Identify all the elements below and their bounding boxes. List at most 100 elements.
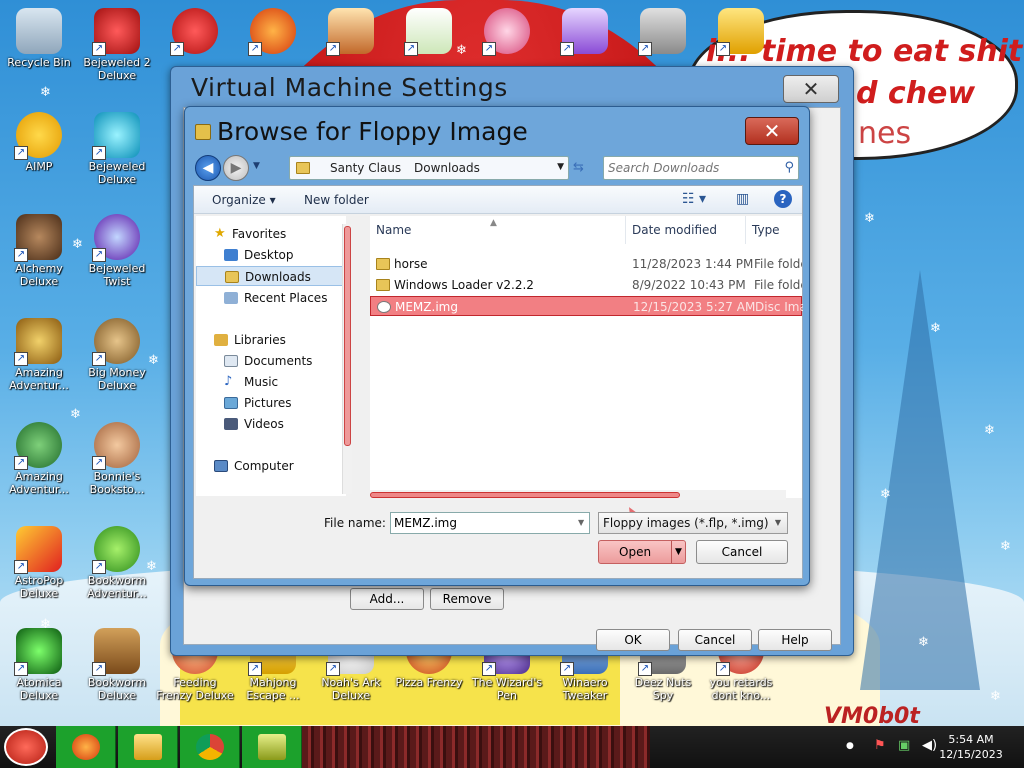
clock[interactable]: 5:54 AM 12/15/2023	[936, 732, 1006, 762]
help-icon[interactable]: ?	[774, 190, 792, 208]
desktop-icon-bonnies-bookstore[interactable]: ↗ Bonnie's Bookstо...	[78, 422, 156, 496]
taskbar-explorer[interactable]	[118, 726, 178, 768]
desktop-icon-tiptop[interactable]: ↗	[546, 8, 624, 56]
file-date-text: 8/9/2022 10:43 PM	[632, 278, 746, 292]
column-header-date-modified[interactable]: Date modified	[626, 216, 746, 244]
compass-icon: ↗	[14, 318, 62, 366]
cancel-button[interactable]: Cancel	[696, 540, 788, 564]
start-button-santa-icon[interactable]	[4, 728, 48, 766]
scrollbar-thumb[interactable]	[370, 492, 680, 498]
preview-pane-icon[interactable]: ▥	[736, 191, 749, 207]
vm-ok-button[interactable]: OK	[596, 629, 670, 651]
desktop-icon-plants-vs[interactable]: ↗	[468, 8, 546, 56]
desktop-icon-big-money[interactable]: ↗ Big Money Deluxe	[78, 318, 156, 392]
vm-settings-close-button[interactable]: ✕	[783, 75, 839, 103]
desktop-icon-mahjong[interactable]: ↗	[312, 8, 390, 56]
nav-music[interactable]: ♪ Music	[196, 372, 344, 392]
command-toolbar: Organize ▾ New folder ☷ ▾ ▥ ?	[194, 186, 802, 214]
sort-ascending-icon: ▲	[490, 218, 497, 228]
file-type-select[interactable]: Floppy images (*.flp, *.img) ▼	[598, 512, 788, 534]
desktop-icon-bookworm-adventures[interactable]: ↗ Bookworm Adventur...	[78, 526, 156, 600]
nav-documents-label: Documents	[244, 354, 313, 368]
refresh-icon[interactable]: ⇆	[573, 160, 584, 175]
chevron-down-icon[interactable]: ▼	[578, 518, 584, 527]
search-box[interactable]: ⚲	[603, 156, 799, 180]
desktop-icon-recycle-bin[interactable]: Recycle Bin	[0, 8, 78, 69]
open-split-dropdown-icon[interactable]: ▼	[671, 541, 685, 563]
taskbar-chrome[interactable]	[180, 726, 240, 768]
clock-date: 12/15/2023	[939, 748, 1003, 761]
desktop-icon-bookworm-deluxe[interactable]: ↗ Bookworm Deluxe	[78, 628, 156, 702]
desktop-icon-label: Pizza Frenzy	[395, 676, 463, 689]
column-header-type[interactable]: Type	[746, 216, 802, 244]
nav-libraries-label: Libraries	[234, 333, 286, 347]
volume-icon[interactable]: ◀)	[922, 738, 937, 753]
navigation-scrollbar[interactable]	[342, 224, 352, 494]
nav-documents[interactable]: Documents	[196, 351, 344, 371]
chrome-icon	[196, 734, 224, 760]
file-name-input[interactable]	[390, 512, 590, 534]
speech-line-3: nes	[858, 116, 912, 151]
desktop-icon-bejeweled-deluxe[interactable]: ↗ Bejeweled Deluxe	[78, 112, 156, 186]
search-input[interactable]	[608, 159, 776, 177]
desktop-icon-notepad[interactable]: ↗	[390, 8, 468, 56]
vm-help-button[interactable]: Help	[758, 629, 832, 651]
desktop-icon-amazing-adventures-2[interactable]: ↗ Amazing Adventur...	[0, 422, 78, 496]
desktop-icon-amazing-adventures-1[interactable]: ↗ Amazing Adventur...	[0, 318, 78, 392]
new-folder-button[interactable]: New folder	[304, 193, 369, 207]
scrollbar-thumb[interactable]	[344, 226, 351, 446]
forward-button[interactable]: ▶	[223, 155, 249, 181]
snowflake-icon: ❄	[864, 211, 875, 226]
desktop-icon-astropop[interactable]: ↗ AstroPop Deluxe	[0, 526, 78, 600]
file-row-horse[interactable]: horse 11/28/2023 1:44 PM File folder	[370, 254, 802, 274]
search-icon[interactable]: ⚲	[784, 160, 794, 175]
network-icon[interactable]: ▣	[898, 738, 910, 753]
desktop-icon-bejeweled-2[interactable]: ↗ Bejeweled 2 Deluxe	[78, 8, 156, 82]
desktop-icon-atomica[interactable]: ↗ Atomica Deluxe	[0, 628, 78, 702]
nav-libraries[interactable]: Libraries	[196, 330, 344, 350]
add-hardware-button[interactable]: Add...	[350, 588, 424, 610]
file-name-label: File name:	[324, 516, 386, 530]
notepad-icon: ↗	[404, 8, 452, 56]
action-center-flag-icon[interactable]: ⚑	[874, 738, 886, 753]
navigation-bar: ◀ ▶ ▼ Santy Claus Downloads ▼ ⇆ ⚲	[193, 153, 801, 183]
desktop-icon-winzip[interactable]: ↗	[624, 8, 702, 56]
recent-pages-dropdown-icon[interactable]: ▼	[253, 161, 260, 171]
nav-downloads[interactable]: Downloads	[196, 266, 344, 286]
open-button[interactable]: Open ▼	[598, 540, 686, 564]
browse-close-button[interactable]: ✕	[745, 117, 799, 145]
clock-time: 5:54 AM	[948, 733, 994, 746]
desktop-icon-bejeweled-twist[interactable]: ↗ Bejeweled Twist	[78, 214, 156, 288]
breadcrumb-santy-claus[interactable]: Santy Claus	[330, 161, 401, 175]
nav-pictures[interactable]: Pictures	[196, 393, 344, 413]
desktop-icon-chuzzle[interactable]: ↗	[156, 8, 234, 56]
desktop-icon-label: Bookworm Adventur...	[87, 574, 147, 600]
bonnie-icon: ↗	[92, 422, 140, 470]
desktop-icon-aimp[interactable]: ↗ AIMP	[0, 112, 78, 173]
breadcrumb-downloads[interactable]: Downloads	[414, 161, 480, 175]
vise-icon: ↗	[638, 8, 686, 56]
file-row-memz-img[interactable]: MEMZ.img 12/15/2023 5:27 AM Disc Image	[370, 296, 803, 316]
back-button[interactable]: ◀	[195, 155, 221, 181]
nav-recent-places[interactable]: Recent Places	[196, 288, 344, 308]
taskbar-firefox[interactable]	[56, 726, 116, 768]
column-header-name[interactable]: Name	[370, 216, 626, 244]
horizontal-scrollbar[interactable]	[370, 490, 786, 500]
desktop-icon-firefox[interactable]: ↗	[234, 8, 312, 56]
file-row-windows-loader[interactable]: Windows Loader v2.2.2 8/9/2022 10:43 PM …	[370, 275, 802, 295]
taskbar-vm-app[interactable]	[242, 726, 302, 768]
desktop-icon-label: Bejeweled Twist	[88, 262, 146, 288]
desktop-icon-dicks-bars[interactable]: ↗	[702, 8, 780, 56]
chevron-down-icon[interactable]: ▼	[557, 162, 564, 172]
file-type-text: File folder	[754, 278, 802, 292]
remove-hardware-button[interactable]: Remove	[430, 588, 504, 610]
nav-videos[interactable]: Videos	[196, 414, 344, 434]
desktop-icon-alchemy-deluxe[interactable]: ↗ Alchemy Deluxe	[0, 214, 78, 288]
address-bar[interactable]: Santy Claus Downloads ▼	[289, 156, 569, 180]
vm-cancel-button[interactable]: Cancel	[678, 629, 752, 651]
view-options-icon[interactable]: ☷ ▾	[682, 191, 706, 207]
nav-computer[interactable]: Computer	[196, 456, 344, 476]
organize-menu[interactable]: Organize ▾	[212, 193, 276, 207]
nav-desktop[interactable]: Desktop	[196, 245, 344, 265]
nav-favorites[interactable]: ★ Favorites	[196, 224, 344, 244]
